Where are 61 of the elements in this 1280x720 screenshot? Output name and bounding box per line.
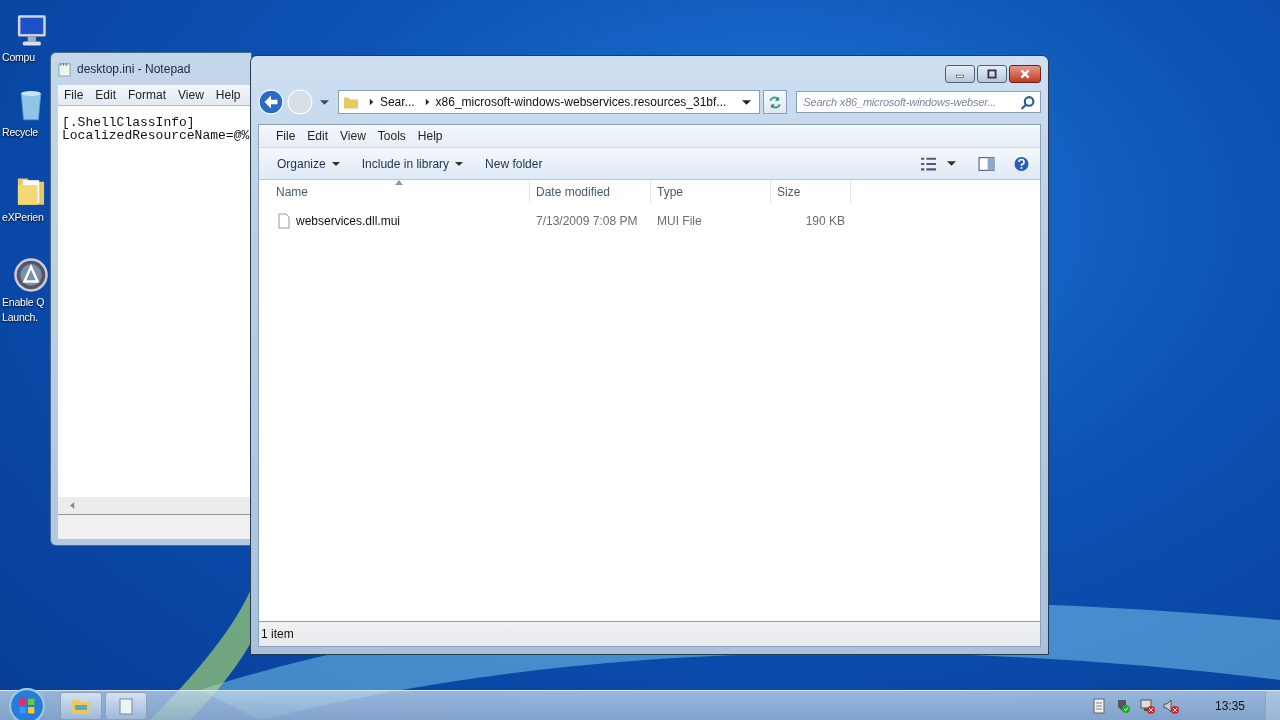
menu-item[interactable]: Tools bbox=[371, 129, 412, 143]
toolbar-button[interactable]: Include in library bbox=[353, 151, 472, 176]
toolbar-button[interactable]: New folder bbox=[477, 151, 551, 176]
icon-label: Enable Q bbox=[2, 295, 45, 310]
view-options-icon[interactable] bbox=[920, 155, 937, 172]
scroll-left-icon[interactable] bbox=[70, 502, 75, 509]
round-badge-icon[interactable] bbox=[13, 255, 49, 295]
notepad-icon bbox=[116, 696, 136, 715]
window-title: desktop.ini - Notepad bbox=[77, 62, 191, 76]
maximize-button[interactable] bbox=[977, 65, 1007, 83]
file-row[interactable]: webservices.dll.mui 7/13/2009 7:08 PM MUI File 190 KB bbox=[259, 210, 1040, 232]
text-line: [.ShellClassInfo] bbox=[62, 116, 195, 129]
refresh-button[interactable] bbox=[763, 90, 788, 114]
close-icon bbox=[1019, 69, 1031, 79]
notepad-icon bbox=[58, 61, 71, 77]
dropdown-arrow-icon[interactable] bbox=[947, 160, 956, 167]
chevron-icon[interactable] bbox=[368, 98, 374, 106]
menu-item[interactable]: View bbox=[334, 129, 372, 143]
close-button[interactable] bbox=[1009, 65, 1041, 83]
menu-item[interactable]: Help bbox=[411, 129, 449, 143]
menu-item[interactable]: Edit bbox=[301, 129, 335, 143]
help-icon[interactable] bbox=[1013, 155, 1030, 172]
volume-muted-icon[interactable] bbox=[1162, 697, 1179, 714]
icon-label: eXPerien bbox=[2, 210, 44, 225]
table-cell-text: 190 KB bbox=[804, 214, 846, 228]
clock: 13:35 bbox=[1214, 698, 1245, 713]
network-error-icon[interactable] bbox=[1138, 697, 1155, 714]
start-button[interactable] bbox=[8, 686, 46, 720]
column-header[interactable]: Type bbox=[651, 180, 771, 204]
column-header[interactable]: Name bbox=[259, 180, 530, 204]
icon-label: Launch. bbox=[2, 310, 38, 325]
back-icon[interactable] bbox=[258, 89, 284, 115]
table-cell-text: MUI File bbox=[656, 214, 703, 228]
minimize-button[interactable] bbox=[945, 65, 975, 83]
menu-item[interactable]: Edit bbox=[89, 88, 123, 102]
breadcrumb[interactable]: x86_microsoft-windows-webservices.resources_31bf... bbox=[435, 95, 727, 109]
menu-item[interactable]: Format bbox=[122, 88, 173, 102]
menu-item[interactable]: File bbox=[58, 88, 90, 102]
preview-pane-icon[interactable] bbox=[978, 155, 995, 172]
column-header[interactable]: Size bbox=[771, 180, 851, 204]
status-text: 1 item bbox=[261, 627, 294, 641]
menu-item[interactable]: File bbox=[270, 129, 302, 143]
file-icon bbox=[278, 213, 290, 229]
dropdown-arrow-icon[interactable] bbox=[319, 98, 329, 106]
address-bar[interactable]: Sear... x86_microsoft-windows-webservices.resources_31bf... bbox=[337, 90, 761, 114]
icon-label: Compu bbox=[2, 50, 35, 65]
dropdown-arrow-icon[interactable] bbox=[742, 98, 752, 106]
search-field[interactable]: Search x86_microsoft-windows-webser... bbox=[796, 91, 1041, 113]
breadcrumb[interactable]: Sear... bbox=[379, 95, 415, 109]
column-header[interactable]: Date modified bbox=[530, 180, 651, 204]
search-icon[interactable] bbox=[1020, 94, 1036, 110]
menu-item[interactable]: View bbox=[172, 88, 210, 102]
file-name: webservices.dll.mui bbox=[296, 214, 401, 228]
document-icon[interactable] bbox=[1090, 697, 1107, 714]
maximize-icon bbox=[986, 69, 998, 79]
toolbar-button[interactable]: Organize bbox=[269, 151, 348, 176]
chevron-icon[interactable] bbox=[424, 98, 430, 106]
menu-item[interactable]: Help bbox=[209, 88, 247, 102]
horizontal-scrollbar[interactable] bbox=[58, 497, 251, 515]
table-cell-text: 7/13/2009 7:08 PM bbox=[535, 214, 639, 228]
icon-label: Recycle bbox=[2, 125, 38, 140]
